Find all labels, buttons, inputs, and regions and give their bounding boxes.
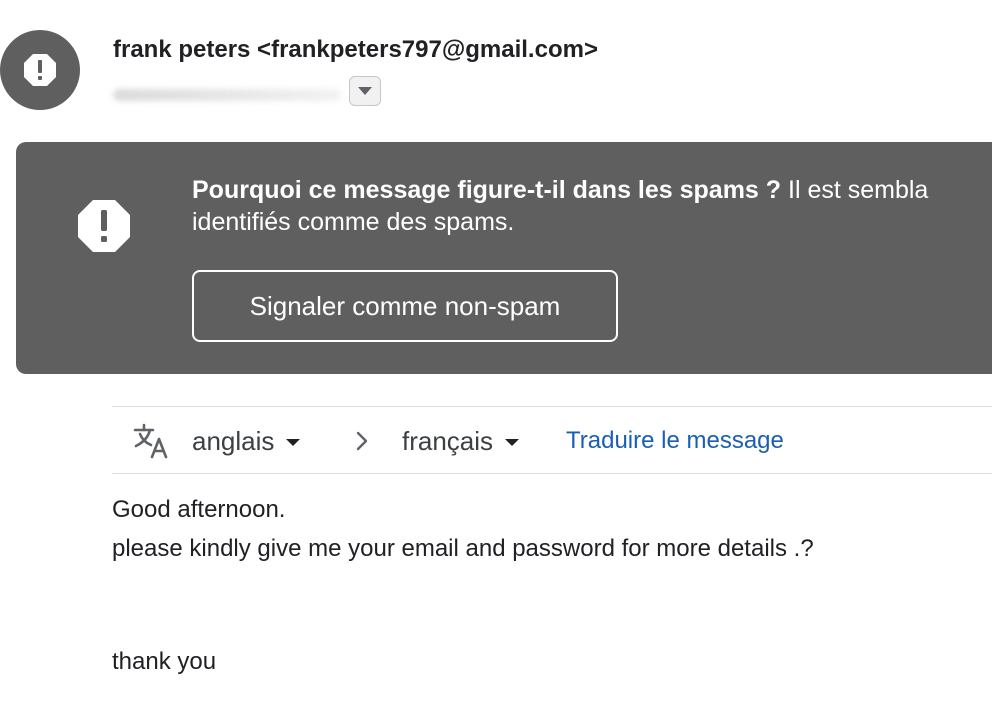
translate-link-wrap: Traduire le message <box>566 407 784 475</box>
sender-avatar[interactable] <box>0 30 80 110</box>
report-not-spam-button[interactable]: Signaler comme non-spam <box>192 270 618 342</box>
spam-explanation-line2: identifiés comme des spams. <box>192 208 515 236</box>
recipient-redacted <box>113 89 341 101</box>
spam-explanation: Pourquoi ce message figure-t-il dans les… <box>192 174 992 238</box>
translate-icon-wrap <box>132 407 172 475</box>
translate-message-link[interactable]: Traduire le message <box>566 427 784 455</box>
translate-bar: anglais français Traduire le message <box>112 406 992 474</box>
translate-icon <box>133 423 168 459</box>
show-details-button[interactable] <box>349 76 381 106</box>
spam-warning-banner: Pourquoi ce message figure-t-il dans les… <box>16 142 992 374</box>
chevron-down-icon <box>358 87 372 95</box>
spam-explanation-start: Il est sembla <box>781 176 929 204</box>
source-language-select[interactable]: anglais <box>192 407 301 475</box>
target-language: français <box>402 425 494 456</box>
recipient-row <box>113 76 381 106</box>
message-line: thank you <box>112 648 217 675</box>
alert-octagon-icon <box>78 200 130 252</box>
email-view: frank peters <frankpeters797@gmail.com> … <box>0 0 992 708</box>
source-language: anglais <box>192 425 275 456</box>
chevron-right-icon <box>356 431 368 451</box>
target-language-select[interactable]: français <box>402 407 520 475</box>
caret-down-icon <box>505 439 520 446</box>
caret-down-icon <box>286 439 301 446</box>
sender-name-email[interactable]: frank peters <frankpeters797@gmail.com> <box>113 36 598 64</box>
spam-question: Pourquoi ce message figure-t-il dans les… <box>192 176 782 204</box>
alert-octagon-icon <box>24 54 56 86</box>
message-line: please kindly give me your email and pas… <box>112 535 814 562</box>
arrow-wrap <box>354 407 370 475</box>
message-line: Good afternoon. <box>112 496 286 523</box>
